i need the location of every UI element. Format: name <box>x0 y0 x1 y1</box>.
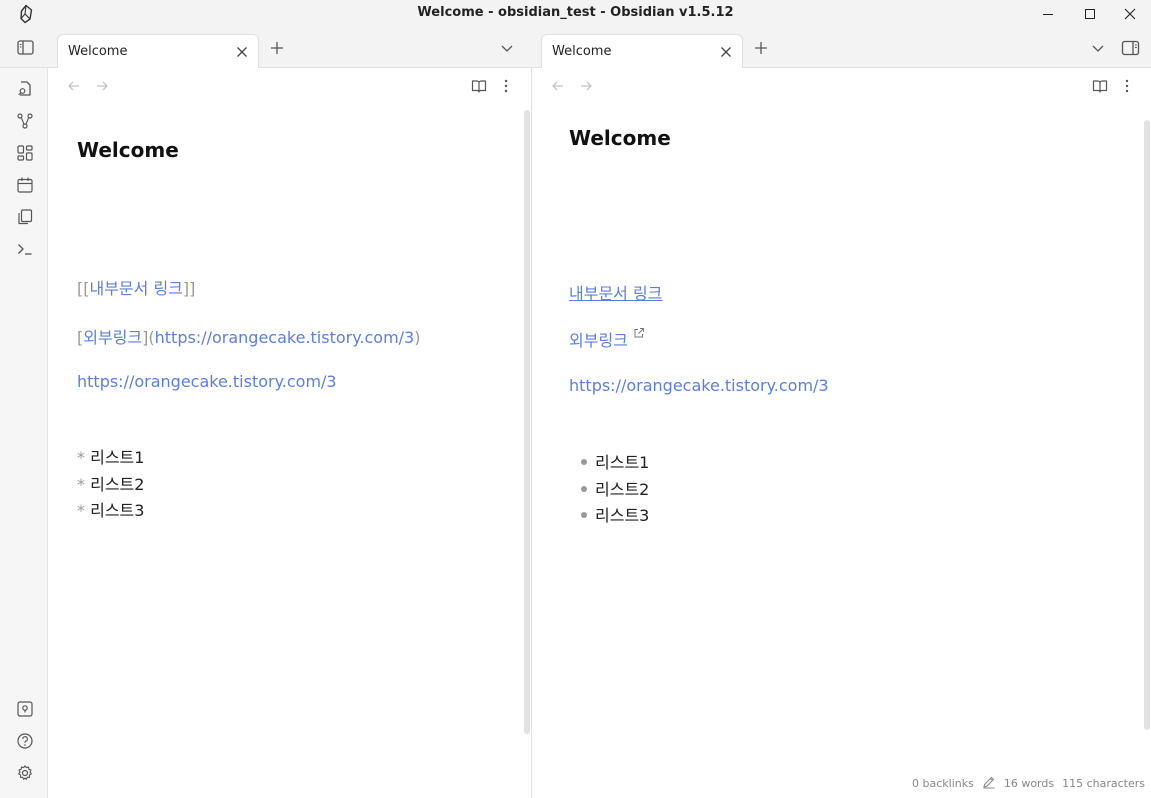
list-item-text: 리스트3 <box>595 506 650 525</box>
link-syntax: ) <box>414 328 421 347</box>
bare-url-line[interactable]: https://orangecake.tistory.com/3 <box>77 372 337 391</box>
reading-pane: Welcome 내부문서 링크 외부링크 https://orangecake.… <box>533 68 1151 798</box>
external-link-line[interactable]: [외부링크](https://orangecake.tistory.com/3) <box>77 324 420 348</box>
list-item: 리스트1 <box>581 449 649 473</box>
bare-url-link[interactable]: https://orangecake.tistory.com/3 <box>569 376 829 395</box>
tab-list-chevron-down-icon[interactable] <box>1090 40 1106 56</box>
close-icon <box>1124 8 1136 20</box>
external-link-text[interactable]: 외부링크 <box>569 331 628 350</box>
new-tab-plus-icon[interactable] <box>269 40 285 56</box>
bullet-icon <box>581 485 587 492</box>
inline-title: Welcome <box>569 126 671 150</box>
character-count: 115 characters <box>1062 777 1145 790</box>
book-open-icon[interactable] <box>471 78 487 94</box>
book-open-icon[interactable] <box>1092 78 1108 94</box>
tab-strip: Welcome Welcome <box>0 28 1151 69</box>
maximize-button[interactable] <box>1067 0 1113 28</box>
list-marker: * <box>77 448 85 467</box>
minimize-icon <box>1042 8 1054 20</box>
bullet-icon <box>581 511 587 518</box>
status-bar: 0 backlinks 16 words 115 characters <box>912 775 1145 792</box>
link-syntax: ]( <box>142 328 155 347</box>
canvas-icon[interactable] <box>16 144 34 162</box>
tab-welcome-left[interactable]: Welcome <box>57 34 259 69</box>
left-ribbon <box>0 68 48 798</box>
window-title: Welcome - obsidian_test - Obsidian v1.5.… <box>417 5 734 20</box>
daily-notes-icon[interactable] <box>16 176 34 194</box>
editor-pane: Welcome [[내부문서 링크]] [외부링크](https://orang… <box>48 68 532 798</box>
arrow-left-icon[interactable] <box>66 78 82 94</box>
tab-label: Welcome <box>552 44 612 59</box>
link-syntax: ]] <box>182 279 196 298</box>
left-sidebar-toggle-icon[interactable] <box>16 39 36 57</box>
vault-switcher-icon[interactable] <box>16 700 34 718</box>
arrow-right-icon[interactable] <box>94 78 110 94</box>
internal-link[interactable]: 내부문서 링크 <box>569 280 662 304</box>
minimize-button[interactable] <box>1025 0 1071 28</box>
tab-welcome-right[interactable]: Welcome <box>541 34 743 69</box>
tab-close-icon[interactable] <box>234 44 250 60</box>
link-syntax: [[ <box>77 279 90 298</box>
arrow-left-icon[interactable] <box>550 78 566 94</box>
list-item-text: 리스트2 <box>595 480 650 499</box>
external-link[interactable]: 외부링크 <box>569 327 645 351</box>
tab-label: Welcome <box>68 44 128 59</box>
tab-list-chevron-down-icon[interactable] <box>499 40 515 56</box>
list-item[interactable]: * 리스트3 <box>77 497 144 521</box>
internal-link-line[interactable]: [[내부문서 링크]] <box>77 275 195 299</box>
editor-scrollbar[interactable] <box>524 110 530 734</box>
more-vertical-icon[interactable] <box>1119 78 1135 94</box>
list-marker: * <box>77 501 85 520</box>
list-item: 리스트3 <box>581 502 649 526</box>
more-vertical-icon[interactable] <box>498 78 514 94</box>
help-icon[interactable] <box>16 732 34 750</box>
title-bar: Welcome - obsidian_test - Obsidian v1.5.… <box>0 0 1151 28</box>
maximize-icon <box>1084 8 1096 20</box>
settings-icon[interactable] <box>16 764 34 782</box>
templates-icon[interactable] <box>16 208 34 226</box>
pencil-icon[interactable] <box>982 775 996 792</box>
list-item-text: 리스트2 <box>90 475 145 494</box>
list-item-text: 리스트1 <box>595 453 650 472</box>
right-sidebar-toggle-icon[interactable] <box>1121 40 1141 56</box>
list-item[interactable]: * 리스트2 <box>77 471 144 495</box>
backlinks-count[interactable]: 0 backlinks <box>912 777 974 790</box>
external-link-url[interactable]: https://orangecake.tistory.com/3 <box>155 328 415 347</box>
graph-view-icon[interactable] <box>16 112 34 130</box>
external-link-text[interactable]: 외부링크 <box>83 328 142 347</box>
list-marker: * <box>77 475 85 494</box>
close-window-button[interactable] <box>1109 0 1151 28</box>
reading-scrollbar[interactable] <box>1144 120 1150 730</box>
list-item-text: 리스트3 <box>90 501 145 520</box>
bullet-icon <box>581 458 587 465</box>
open-quick-switcher-icon[interactable] <box>16 80 34 98</box>
internal-link-text[interactable]: 내부문서 링크 <box>89 279 182 298</box>
list-item[interactable]: * 리스트1 <box>77 444 144 468</box>
inline-title[interactable]: Welcome <box>77 138 179 162</box>
list-item: 리스트2 <box>581 476 649 500</box>
tab-close-icon[interactable] <box>718 44 734 60</box>
new-tab-plus-icon[interactable] <box>753 40 769 56</box>
command-palette-icon[interactable] <box>16 240 34 258</box>
arrow-right-icon[interactable] <box>578 78 594 94</box>
list-item-text: 리스트1 <box>90 448 145 467</box>
word-count[interactable]: 16 words <box>1004 777 1054 790</box>
external-link-icon <box>633 328 645 350</box>
